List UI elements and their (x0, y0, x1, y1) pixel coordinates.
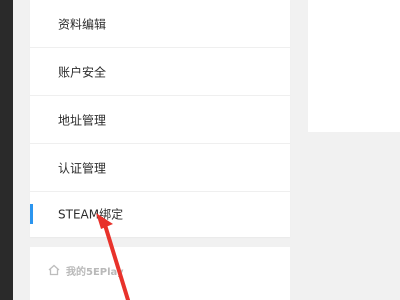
sidebar-item-label: 地址管理 (58, 113, 107, 127)
screen: 资料编辑 账户安全 地址管理 认证管理 STEAM绑定 我的5EPlay (0, 0, 400, 300)
sidebar-item-verification-management[interactable]: 认证管理 (30, 144, 290, 192)
account-sidebar-menu: 资料编辑 账户安全 地址管理 认证管理 STEAM绑定 (30, 0, 290, 237)
active-indicator (30, 204, 33, 224)
home-icon (48, 264, 60, 276)
sidebar-item-label: 资料编辑 (58, 17, 107, 31)
sidebar-item-profile-edit[interactable]: 资料编辑 (30, 0, 290, 48)
sidebar-item-steam-binding[interactable]: STEAM绑定 (30, 190, 290, 238)
sidebar-item-label: STEAM绑定 (58, 207, 124, 222)
sidebar-item-label: 认证管理 (58, 161, 107, 175)
my-5eplay-section: 我的5EPlay (30, 247, 290, 300)
section-title: 我的5EPlay (66, 266, 124, 278)
main-content-panel (308, 0, 400, 132)
section-header: 我的5EPlay (48, 262, 124, 278)
sidebar-item-account-security[interactable]: 账户安全 (30, 48, 290, 96)
sidebar-item-address-management[interactable]: 地址管理 (30, 96, 290, 144)
sidebar-item-label: 账户安全 (58, 65, 107, 79)
